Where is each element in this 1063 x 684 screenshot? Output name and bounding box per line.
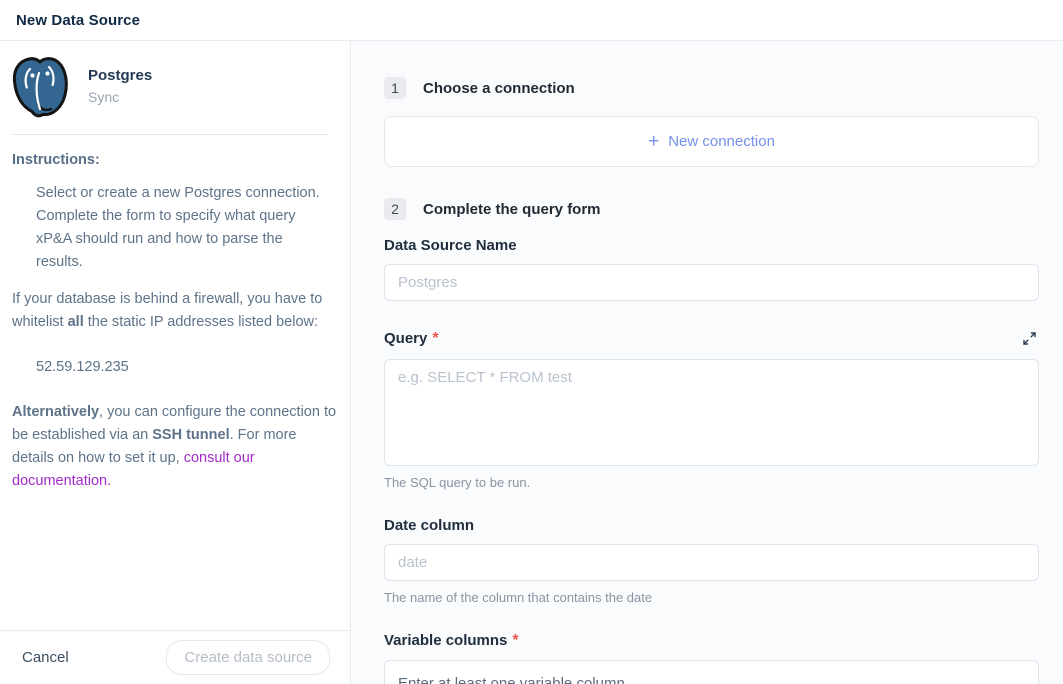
- source-text: Postgres Sync: [88, 67, 152, 105]
- firewall-paragraph: If your database is behind a firewall, y…: [12, 288, 338, 334]
- expand-icon: [1022, 331, 1037, 346]
- step-2-badge: 2: [384, 198, 406, 220]
- variable-columns-input[interactable]: [384, 660, 1039, 684]
- field-query: Query * The SQL query to be run.: [384, 329, 1039, 490]
- field-date-column: Date column The name of the column that …: [384, 517, 1039, 605]
- sidebar-footer: Cancel Create data source: [0, 630, 350, 684]
- field-variable-columns: Variable columns *: [384, 632, 1039, 684]
- page-header: New Data Source: [0, 0, 1063, 41]
- new-connection-button[interactable]: + New connection: [384, 116, 1039, 167]
- query-label-group: Query *: [384, 330, 439, 348]
- static-ip-address: 52.59.129.235: [36, 356, 332, 379]
- cancel-button[interactable]: Cancel: [20, 645, 71, 670]
- source-summary: Postgres Sync: [0, 41, 350, 132]
- step-1-badge: 1: [384, 77, 406, 99]
- date-column-input[interactable]: [384, 544, 1039, 581]
- step-1-title: Choose a connection: [423, 80, 575, 97]
- alternative-paragraph: Alternatively, you can configure the con…: [12, 401, 338, 493]
- instructions-paragraph: Select or create a new Postgres connecti…: [36, 182, 332, 274]
- main-panel: 1 Choose a connection + New connection 2…: [351, 41, 1063, 684]
- step-2-title: Complete the query form: [423, 201, 601, 218]
- date-column-label: Date column: [384, 517, 474, 534]
- sidebar: Postgres Sync Instructions: Select or cr…: [0, 41, 351, 684]
- query-helper-text: The SQL query to be run.: [384, 475, 1039, 490]
- expand-query-button[interactable]: [1020, 329, 1039, 348]
- data-source-name-label: Data Source Name: [384, 237, 517, 254]
- create-data-source-button[interactable]: Create data source: [166, 640, 330, 675]
- postgres-logo-icon: [8, 54, 72, 118]
- variable-columns-label: Variable columns: [384, 632, 507, 649]
- field-data-source-name: Data Source Name: [384, 237, 1039, 301]
- page-title: New Data Source: [16, 12, 140, 29]
- step-1-header: 1 Choose a connection: [384, 77, 1039, 99]
- variable-columns-label-group: Variable columns *: [384, 632, 519, 650]
- query-textarea[interactable]: [384, 359, 1039, 466]
- variable-columns-required-asterisk: *: [512, 632, 518, 649]
- step-2-header: 2 Complete the query form: [384, 198, 1039, 220]
- plus-icon: +: [648, 132, 659, 151]
- date-column-helper-text: The name of the column that contains the…: [384, 590, 1039, 605]
- content: Postgres Sync Instructions: Select or cr…: [0, 41, 1063, 684]
- data-source-name-input[interactable]: [384, 264, 1039, 301]
- source-sync-mode: Sync: [88, 89, 152, 105]
- instructions-heading: Instructions:: [12, 152, 338, 168]
- divider: [12, 134, 328, 135]
- query-required-asterisk: *: [432, 330, 438, 347]
- new-connection-label: New connection: [668, 133, 775, 150]
- sidebar-body: Postgres Sync Instructions: Select or cr…: [0, 41, 350, 630]
- query-label: Query: [384, 330, 427, 347]
- new-data-source-page: New Data Source: [0, 0, 1063, 684]
- source-name: Postgres: [88, 67, 152, 84]
